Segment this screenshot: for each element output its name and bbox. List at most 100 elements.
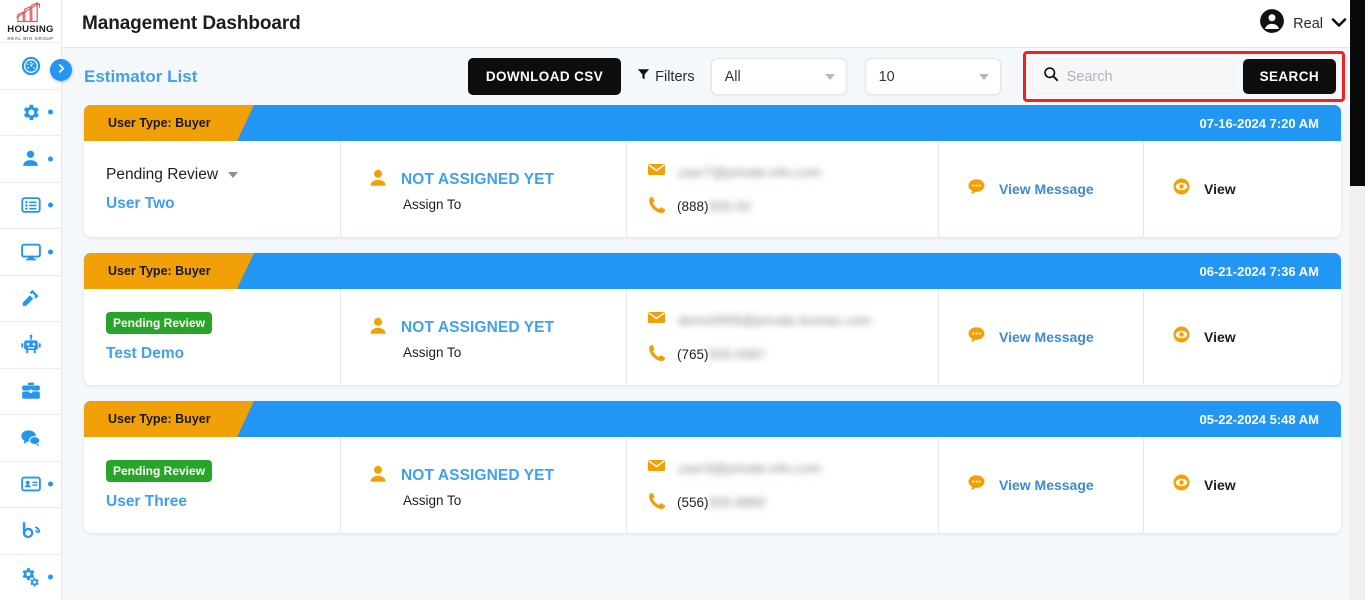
assign-link[interactable]: NOT ASSIGNED YET <box>401 171 554 189</box>
card-date: 06-21-2024 7:36 AM <box>1199 263 1319 279</box>
card-header: User Type: Buyer 06-21-2024 7:36 AM <box>84 253 1341 289</box>
assign-row[interactable]: NOT ASSIGNED YET <box>367 463 626 490</box>
sidebar-dot <box>47 249 53 255</box>
contact-column: user3@private.info.com (556) 555-8880 <box>626 437 938 533</box>
search-field-wrapper[interactable] <box>1031 59 1234 94</box>
sidebar-dot <box>47 156 53 162</box>
phone-value: (888) 555-00 <box>677 199 751 214</box>
phone-row[interactable]: (888) 555-00 <box>647 195 938 218</box>
phone-row[interactable]: (556) 555-8880 <box>647 491 938 514</box>
page-title: Management Dashboard <box>82 12 301 34</box>
sidebar-item-monitor[interactable] <box>0 228 62 275</box>
view-message-action[interactable]: View Message <box>967 177 1143 201</box>
view-message-action[interactable]: View Message <box>967 473 1143 497</box>
sidebar-item-robot[interactable] <box>0 321 62 368</box>
view-label: View <box>1204 329 1236 345</box>
contact-column: demo9908@private.bureau.com (765) 555-00… <box>626 289 938 385</box>
page-scrollbar-thumb[interactable] <box>1350 0 1365 186</box>
status-column: Pending Review User Three <box>84 437 340 533</box>
envelope-mail-icon <box>647 308 666 332</box>
filters-toggle[interactable]: Filters <box>637 68 695 85</box>
chat-bubble-icon <box>967 177 986 201</box>
sidebar-item-config[interactable] <box>0 553 62 600</box>
view-action[interactable]: View <box>1172 473 1341 497</box>
sidebar-nav <box>0 42 62 600</box>
status-badge[interactable]: Pending Review <box>106 311 213 334</box>
blog-rss-icon <box>19 519 42 542</box>
sidebar-item-id-card[interactable] <box>0 460 62 508</box>
eye-view-icon <box>1172 325 1191 349</box>
phone-handset-icon <box>647 491 666 514</box>
eye-view-icon <box>1172 177 1191 201</box>
status-row[interactable]: Pending Review <box>106 311 340 334</box>
chevron-right-icon <box>56 61 67 79</box>
account-menu[interactable]: Real <box>1259 8 1347 39</box>
card-date: 05-22-2024 5:48 AM <box>1199 411 1319 427</box>
sidebar-item-settings[interactable] <box>0 88 62 136</box>
assign-row[interactable]: NOT ASSIGNED YET <box>367 315 626 342</box>
message-column: View Message <box>938 141 1143 237</box>
status-row[interactable]: Pending Review <box>106 459 340 482</box>
person-name-link[interactable]: User Two <box>106 195 340 213</box>
filters-label: Filters <box>655 68 695 85</box>
chevron-down-icon[interactable] <box>228 171 239 178</box>
phone-rest: 555-00 <box>708 199 751 214</box>
view-action[interactable]: View <box>1172 177 1341 201</box>
sidebar-item-briefcase[interactable] <box>0 367 62 415</box>
search-input[interactable] <box>1066 68 1223 85</box>
page-size-value: 10 <box>878 68 895 85</box>
chevron-down-icon[interactable] <box>1331 15 1347 33</box>
sidebar: HOUSING REAL BIO GROUP <box>0 0 72 600</box>
list-toolbar: Estimator List DOWNLOAD CSV Filters All … <box>62 48 1365 105</box>
view-column: View <box>1143 437 1341 533</box>
sidebar-item-tools[interactable] <box>0 274 62 322</box>
chevron-down-icon <box>824 73 835 80</box>
view-action[interactable]: View <box>1172 325 1341 349</box>
email-row[interactable]: user7@private.info.com <box>647 160 938 184</box>
message-column: View Message <box>938 289 1143 385</box>
search-button[interactable]: SEARCH <box>1242 59 1336 94</box>
id-card-icon <box>20 473 42 495</box>
view-message-label: View Message <box>999 329 1094 345</box>
user-type-tab: User Type: Buyer <box>84 105 254 141</box>
chat-bubble-icon <box>967 325 986 349</box>
status-badge[interactable]: Pending Review <box>106 459 213 482</box>
contact-column: user7@private.info.com (888) 555-00 <box>626 141 938 237</box>
sidebar-item-chat[interactable] <box>0 414 62 461</box>
type-filter-select[interactable]: All <box>710 58 847 95</box>
search-highlight-region: SEARCH <box>1022 51 1345 102</box>
assign-link[interactable]: NOT ASSIGNED YET <box>401 319 554 337</box>
view-message-label: View Message <box>999 181 1094 197</box>
sidebar-item-list[interactable] <box>0 181 62 229</box>
sidebar-toggle-button[interactable] <box>50 59 72 81</box>
user-type-tab: User Type: Buyer <box>84 253 254 289</box>
phone-row[interactable]: (765) 555-0087 <box>647 343 938 366</box>
app-root: HOUSING REAL BIO GROUP Management Dashbo… <box>0 0 1365 600</box>
email-row[interactable]: demo9908@private.bureau.com <box>647 308 938 332</box>
status-value: Pending Review <box>106 165 219 183</box>
account-circle-icon <box>1259 8 1285 39</box>
phone-handset-icon <box>647 195 666 218</box>
card-header: User Type: Buyer 05-22-2024 5:48 AM <box>84 401 1341 437</box>
person-name-link[interactable]: User Three <box>106 493 340 511</box>
download-csv-button[interactable]: DOWNLOAD CSV <box>467 58 622 95</box>
estimator-list: User Type: Buyer 07-16-2024 7:20 AM Pend… <box>62 105 1365 600</box>
status-column: Pending Review User Two <box>84 141 340 237</box>
page-size-select[interactable]: 10 <box>864 58 1001 95</box>
funnel-filter-icon <box>637 68 650 85</box>
assign-link[interactable]: NOT ASSIGNED YET <box>401 467 554 485</box>
briefcase-toolbox-icon <box>20 380 42 402</box>
person-name-link[interactable]: Test Demo <box>106 345 340 363</box>
email-row[interactable]: user3@private.info.com <box>647 456 938 480</box>
dashboard-speedometer-icon <box>20 55 42 77</box>
email-value: user7@private.info.com <box>678 164 821 180</box>
view-message-action[interactable]: View Message <box>967 325 1143 349</box>
sidebar-item-users[interactable] <box>0 135 62 182</box>
sidebar-item-blog[interactable] <box>0 507 62 554</box>
card-date: 07-16-2024 7:20 AM <box>1199 115 1319 131</box>
search-magnifier-icon <box>1043 66 1059 87</box>
brand-logo[interactable]: HOUSING REAL BIO GROUP <box>0 0 62 42</box>
assign-row[interactable]: NOT ASSIGNED YET <box>367 167 626 194</box>
status-row[interactable]: Pending Review <box>106 166 340 184</box>
person-user-icon <box>20 148 41 169</box>
